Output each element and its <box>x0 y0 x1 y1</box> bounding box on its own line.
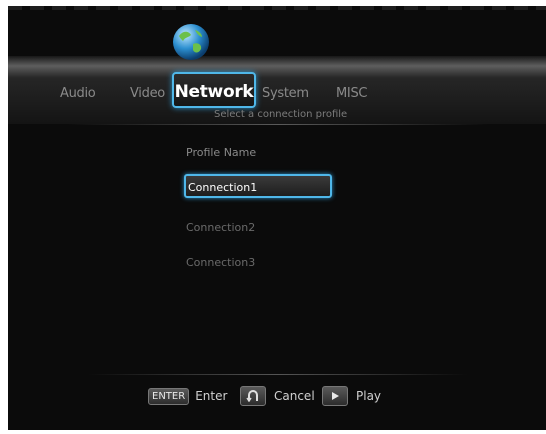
divider <box>68 124 488 125</box>
play-triangle-icon <box>322 386 348 406</box>
hint-cancel: Cancel <box>240 386 315 406</box>
settings-screen: Audio Video Network System MISC Select a… <box>8 6 546 430</box>
profile-list-header: Profile Name <box>186 146 257 159</box>
profile-item-connection1[interactable]: Connection1 <box>184 174 332 198</box>
hint-play-label: Play <box>356 389 382 403</box>
hint-cancel-label: Cancel <box>274 389 315 403</box>
hint-enter-label: Enter <box>195 389 228 403</box>
hint-play: Play <box>322 386 381 406</box>
profile-item-connection2[interactable]: Connection2 <box>184 216 332 240</box>
menu-glare <box>8 56 546 78</box>
enter-key-icon: ENTER <box>148 387 190 405</box>
network-globe-icon <box>173 24 209 60</box>
tab-misc[interactable]: MISC <box>336 86 367 101</box>
top-strip <box>8 6 546 10</box>
tab-network[interactable]: Network <box>172 72 256 108</box>
return-arrow-icon <box>240 386 266 406</box>
tab-network-label: Network <box>174 82 254 102</box>
footer-divider <box>88 374 468 375</box>
tab-video[interactable]: Video <box>130 86 165 101</box>
page-subtitle: Select a connection profile <box>214 109 348 120</box>
tab-audio[interactable]: Audio <box>60 86 96 101</box>
profile-item-connection3[interactable]: Connection3 <box>184 251 332 275</box>
hint-enter: ENTER Enter <box>148 386 227 406</box>
tab-system[interactable]: System <box>262 86 309 101</box>
